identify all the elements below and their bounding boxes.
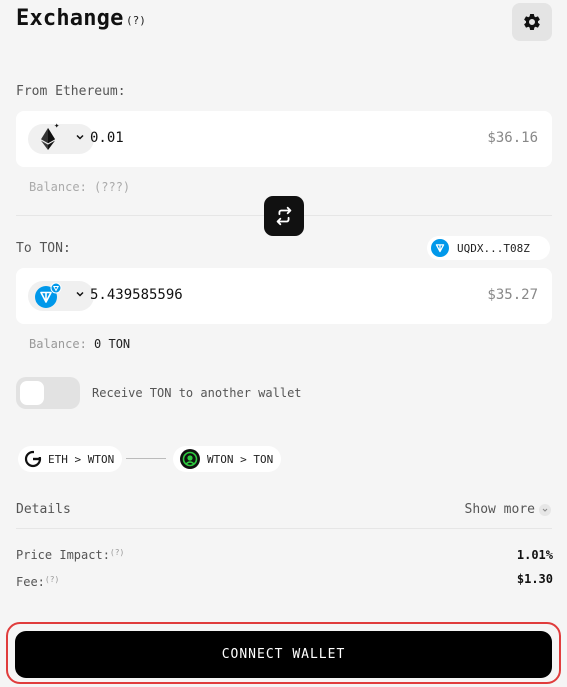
fee-row: Fee:(?) bbox=[16, 575, 59, 589]
to-balance-label: Balance: bbox=[29, 337, 87, 351]
fee-help[interactable]: (?) bbox=[45, 575, 59, 584]
receive-another-wallet-toggle[interactable] bbox=[16, 377, 80, 409]
connect-wallet-button[interactable]: CONNECT WALLET bbox=[15, 631, 552, 678]
bridge-g-icon bbox=[24, 450, 42, 468]
swap-arrows-icon bbox=[276, 206, 292, 226]
details-divider bbox=[16, 528, 552, 529]
route-step2-label: WTON > TON bbox=[207, 452, 274, 466]
route-connector bbox=[126, 458, 166, 459]
chevron-down-icon bbox=[539, 503, 551, 516]
fee-label: Fee: bbox=[16, 575, 45, 589]
gear-icon bbox=[524, 13, 540, 31]
route-step-wton-ton: WTON > TON bbox=[173, 446, 282, 472]
to-balance: Balance: 0 TON bbox=[29, 337, 130, 351]
from-label: From Ethereum: bbox=[16, 84, 126, 99]
from-card: ✦ 0.01 $36.16 bbox=[16, 111, 552, 167]
chevron-down-icon bbox=[76, 134, 84, 140]
to-label: To TON: bbox=[16, 241, 71, 256]
to-amount-value[interactable]: 5.439585596 bbox=[90, 287, 183, 303]
price-impact-label: Price Impact: bbox=[16, 548, 110, 562]
recipient-wallet-pill[interactable]: UQDX...T08Z bbox=[427, 236, 550, 260]
fee-value: $1.30 bbox=[516, 572, 553, 586]
to-usd-value: $35.27 bbox=[487, 287, 538, 303]
show-more-label: Show more bbox=[464, 502, 535, 517]
price-impact-value: 1.01% bbox=[516, 548, 553, 562]
price-impact-row: Price Impact:(?) bbox=[16, 548, 124, 562]
show-more-button[interactable]: Show more bbox=[465, 502, 551, 517]
to-card: 5.439585596 $35.27 bbox=[16, 268, 552, 324]
from-token-select[interactable]: ✦ bbox=[28, 121, 94, 154]
route-step1-label: ETH > WTON bbox=[48, 452, 115, 466]
settings-button[interactable] bbox=[512, 3, 552, 41]
page-title: Exchange bbox=[16, 6, 124, 31]
price-impact-help[interactable]: (?) bbox=[110, 548, 124, 557]
title-help-link[interactable]: (?) bbox=[126, 14, 146, 27]
ton-icon bbox=[35, 282, 62, 308]
from-balance: Balance: (???) bbox=[29, 180, 131, 194]
to-token-select[interactable] bbox=[28, 281, 94, 311]
sparkle-icon: ✦ bbox=[54, 121, 60, 131]
route-step-eth-wton: ETH > WTON bbox=[18, 446, 123, 472]
swap-direction-button[interactable] bbox=[264, 196, 304, 236]
details-title: Details bbox=[16, 502, 71, 517]
ton-icon bbox=[431, 239, 449, 257]
to-balance-value: 0 TON bbox=[94, 337, 131, 351]
dex-logo-icon bbox=[180, 449, 200, 469]
from-amount-input[interactable]: 0.01 bbox=[90, 130, 124, 146]
chevron-down-icon bbox=[76, 291, 84, 297]
wallet-address: UQDX...T08Z bbox=[457, 241, 530, 255]
toggle-knob bbox=[20, 381, 44, 405]
from-usd-value: $36.16 bbox=[487, 130, 538, 146]
toggle-label: Receive TON to another wallet bbox=[92, 386, 302, 400]
